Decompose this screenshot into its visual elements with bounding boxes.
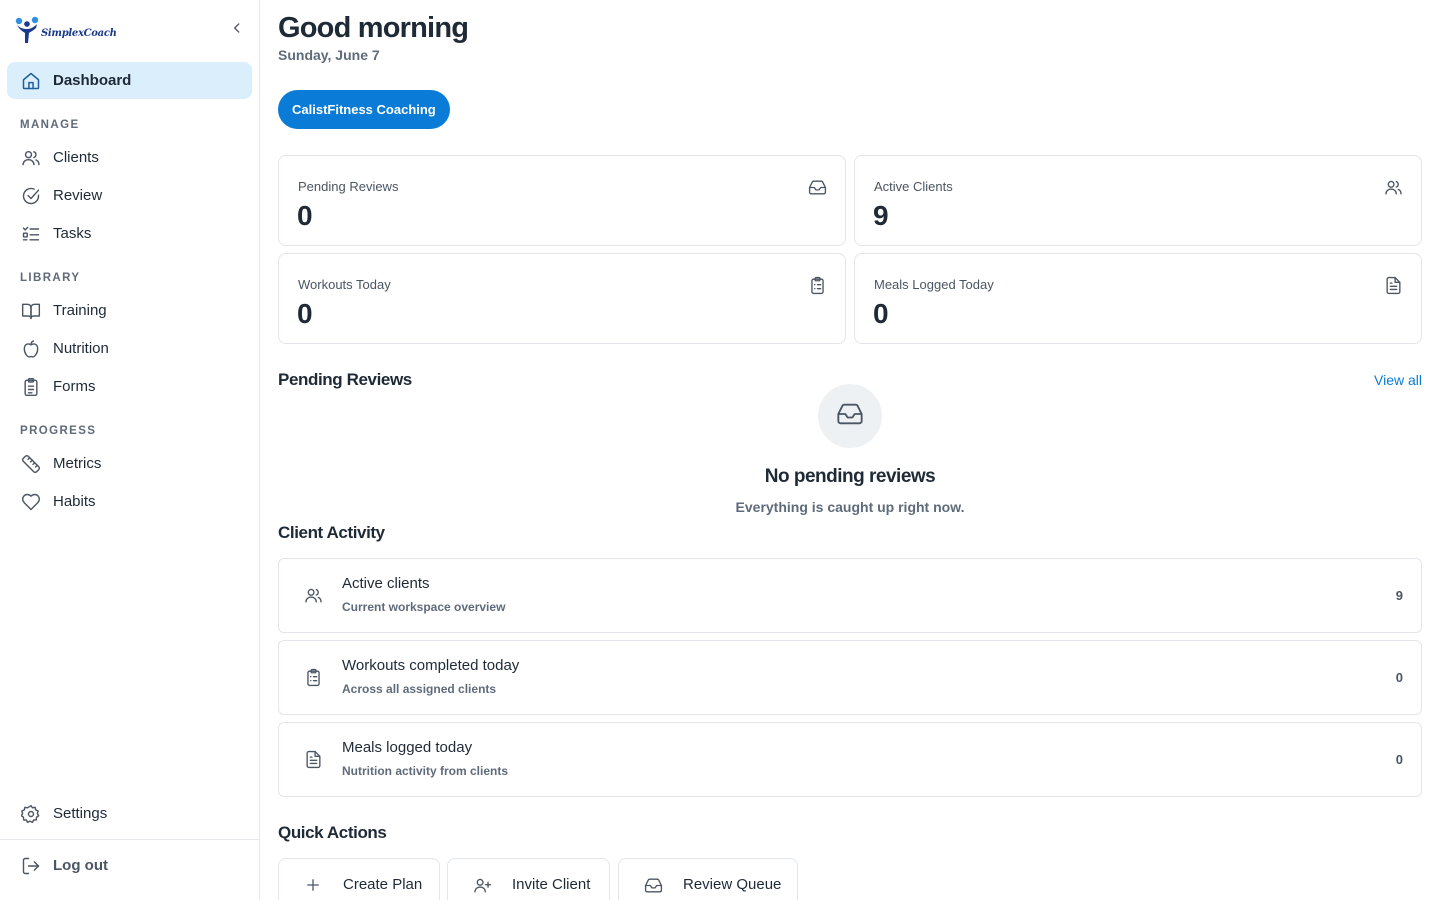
quick-actions-heading: Quick Actions	[278, 823, 387, 842]
stat-value: 9	[873, 200, 889, 231]
page-title: Good morning	[278, 12, 469, 44]
activity-count: 0	[1395, 752, 1403, 767]
activity-subtitle: Nutrition activity from clients	[342, 764, 509, 778]
users-icon	[1383, 177, 1403, 197]
clipboard-list-icon	[303, 667, 323, 687]
home-icon	[21, 71, 41, 91]
inbox-icon	[836, 400, 864, 433]
clipboard-list-icon	[807, 275, 827, 295]
sidebar-item-training[interactable]: Training	[7, 292, 252, 329]
activity-row-meals-logged[interactable]: Meals logged today Nutrition activity fr…	[278, 722, 1422, 797]
activity-title: Workouts completed today	[342, 657, 520, 674]
sidebar-item-label: Review	[53, 187, 103, 204]
logout-label: Log out	[53, 857, 108, 874]
sidebar: SimplexCoach Dashboard MANAGE Clients Re…	[0, 0, 260, 900]
book-open-icon	[21, 301, 41, 321]
sidebar-item-habits[interactable]: Habits	[7, 483, 252, 520]
sidebar-item-metrics[interactable]: Metrics	[7, 445, 252, 482]
main-content: Good morning Sunday, June 7 CalistFitnes…	[278, 0, 1422, 900]
stat-card-pending-reviews[interactable]: Pending Reviews 0	[278, 155, 846, 246]
empty-state-badge	[818, 384, 882, 448]
quick-action-label: Review Queue	[683, 876, 782, 893]
stat-card-meals-logged[interactable]: Meals Logged Today 0	[854, 253, 1422, 344]
sidebar-item-label: Nutrition	[53, 340, 109, 357]
sidebar-item-forms[interactable]: Forms	[7, 368, 252, 405]
stat-label: Pending Reviews	[298, 179, 399, 194]
apple-icon	[21, 339, 41, 359]
stat-label: Workouts Today	[298, 277, 391, 292]
chevron-left-icon	[230, 21, 244, 40]
clipboard-icon	[21, 377, 41, 397]
stat-value: 0	[873, 298, 889, 329]
file-text-icon	[1383, 275, 1403, 295]
sidebar-item-clients[interactable]: Clients	[7, 139, 252, 176]
plus-icon	[303, 875, 323, 895]
stat-card-workouts-today[interactable]: Workouts Today 0	[278, 253, 846, 344]
logout-button[interactable]: Log out	[7, 847, 252, 884]
activity-row-workouts-completed[interactable]: Workouts completed today Across all assi…	[278, 640, 1422, 715]
check-circle-icon	[21, 186, 41, 206]
sidebar-item-dashboard[interactable]: Dashboard	[7, 62, 252, 99]
stat-card-active-clients[interactable]: Active Clients 9	[854, 155, 1422, 246]
quick-action-label: Create Plan	[343, 876, 423, 893]
workspace-button[interactable]: CalistFitness Coaching	[278, 90, 450, 129]
sidebar-item-label: Clients	[53, 149, 99, 166]
sidebar-item-label: Metrics	[53, 455, 102, 472]
users-icon	[21, 148, 41, 168]
activity-subtitle: Current workspace overview	[342, 600, 506, 614]
empty-state-title: No pending reviews	[764, 466, 936, 487]
ruler-icon	[21, 454, 41, 474]
pending-reviews-heading: Pending Reviews	[278, 370, 412, 389]
current-date: Sunday, June 7	[278, 47, 380, 63]
stat-label: Active Clients	[874, 179, 953, 194]
sidebar-item-label: Dashboard	[53, 72, 132, 89]
activity-count: 9	[1395, 588, 1403, 603]
review-queue-button[interactable]: Review Queue	[618, 858, 798, 900]
activity-row-active-clients[interactable]: Active clients Current workspace overvie…	[278, 558, 1422, 633]
quick-action-label: Invite Client	[512, 876, 591, 893]
brand-logo[interactable]: SimplexCoach	[14, 16, 117, 44]
activity-subtitle: Across all assigned clients	[342, 682, 497, 696]
sidebar-item-label: Tasks	[53, 225, 92, 242]
sidebar-divider	[0, 839, 259, 840]
invite-client-button[interactable]: Invite Client	[447, 858, 610, 900]
gear-icon	[21, 804, 41, 824]
heart-icon	[21, 492, 41, 512]
stat-value: 0	[297, 200, 313, 231]
client-activity-heading: Client Activity	[278, 523, 385, 542]
sidebar-item-label: Settings	[53, 805, 108, 822]
section-label-manage: MANAGE	[20, 119, 80, 131]
inbox-icon	[643, 875, 663, 895]
section-label-library: LIBRARY	[20, 272, 81, 284]
file-text-icon	[303, 749, 323, 769]
sidebar-item-nutrition[interactable]: Nutrition	[7, 330, 252, 367]
sidebar-item-tasks[interactable]: Tasks	[7, 215, 252, 252]
sidebar-item-label: Habits	[53, 493, 96, 510]
view-all-link[interactable]: View all	[1374, 372, 1422, 388]
sidebar-item-review[interactable]: Review	[7, 177, 252, 214]
create-plan-button[interactable]: Create Plan	[278, 858, 440, 900]
user-plus-icon	[472, 875, 492, 895]
activity-title: Active clients	[342, 575, 430, 592]
users-icon	[303, 585, 323, 605]
list-checks-icon	[21, 224, 41, 244]
activity-count: 0	[1395, 670, 1403, 685]
brand-name: SimplexCoach	[41, 27, 117, 39]
empty-state-subtitle: Everything is caught up right now.	[735, 499, 965, 515]
sidebar-item-label: Forms	[53, 378, 96, 395]
stat-label: Meals Logged Today	[874, 277, 994, 292]
sidebar-item-settings[interactable]: Settings	[7, 795, 252, 832]
logout-icon	[21, 856, 41, 876]
section-label-progress: PROGRESS	[20, 425, 97, 437]
activity-title: Meals logged today	[342, 739, 473, 756]
logo-mark-icon	[14, 16, 40, 44]
collapse-sidebar-button[interactable]	[226, 19, 248, 41]
stat-value: 0	[297, 298, 313, 329]
sidebar-item-label: Training	[53, 302, 107, 319]
inbox-icon	[807, 177, 827, 197]
